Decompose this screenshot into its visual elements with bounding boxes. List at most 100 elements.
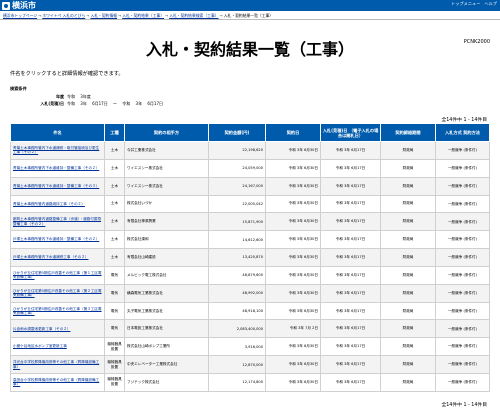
row-contract-date: 令和 3年 7月 2日 xyxy=(265,319,321,339)
condition-date-value: 令和 3年 6月17日 ～ 令和 3年 6月17日 xyxy=(67,101,163,106)
search-conditions-title: 検索条件 xyxy=(10,86,27,91)
row-bid-date: 令和 3年 6月17日 xyxy=(320,176,381,196)
row-method: 一般競争 (条件付) xyxy=(435,265,490,285)
row-amount: 14,612,600 xyxy=(208,230,266,250)
row-name-link[interactable]: ひかりが丘住宅第5期住戸改善その他工事（第３工区電気設備工事） xyxy=(10,301,105,321)
breadcrumb-item[interactable]: 入札・契約結果検索（工事） xyxy=(169,13,218,18)
table-row: 都筑土木事務所管内道路整備工事（歩道）・道路付属物整備工事（その２） 土木 有限会社… xyxy=(10,212,490,232)
row-name-link[interactable]: 戸塚土木事務所管内下水道維持・整備工事（その２） xyxy=(10,230,105,250)
result-count-bottom: 全14件中 1 - 14件目 xyxy=(441,403,487,408)
top-menu-link[interactable]: トップメニュー xyxy=(451,1,480,6)
row-amount: 22,005,042 xyxy=(208,194,266,214)
row-bid-date: 令和 3年 6月17日 xyxy=(320,337,381,357)
table-row: 青葉土木事務所管内下水道維持・整備工事（その２） 土木 ワイエスシー株式会社 24,0… xyxy=(10,158,490,178)
header-links: トップメニュー ヘルプ xyxy=(451,1,497,6)
breadcrumb-item[interactable]: ホワイトペ 入札のとびら xyxy=(42,13,85,18)
row-company: 有限会社神原興業 xyxy=(124,212,209,232)
row-contract-date: 令和 3年 6月30日 xyxy=(265,355,321,374)
row-amount: 48,879,600 xyxy=(208,265,266,285)
row-period: 財政局 xyxy=(380,372,436,392)
row-method: 一般競争 (条件付) xyxy=(435,212,490,232)
page-code: PCNK2000 xyxy=(463,39,490,45)
condition-date-label: 入札(見積)日 xyxy=(40,101,64,106)
row-bid-date: 令和 3年 6月17日 xyxy=(320,355,381,374)
row-name-link[interactable]: 小菅ケ谷地区水ポンプ室更新工事 xyxy=(10,337,105,357)
city-emblem-icon xyxy=(2,1,10,10)
city-logo-text: 横浜市 xyxy=(12,1,36,10)
row-method: 一般競争 (条件付) xyxy=(435,230,490,250)
breadcrumb-item[interactable]: 入札・契約結果（工事） xyxy=(122,13,164,18)
row-method: 一般競争 (条件付) xyxy=(435,141,490,160)
row-type: 土木 xyxy=(104,212,125,232)
row-name-link[interactable]: 青葉土木事務所管内道路維持工事（その２） xyxy=(10,194,105,214)
breadcrumb-item[interactable]: 入札・契約情報 xyxy=(90,13,117,18)
condition-year: 年度 令和 3年度 xyxy=(40,94,91,100)
row-bid-date: 令和 3年 6月17日 xyxy=(320,372,381,392)
row-period: 財政局 xyxy=(380,212,436,232)
row-contract-date: 令和 3年 6月30日 xyxy=(265,230,321,250)
row-period: 財政局 xyxy=(380,230,436,250)
header-company: 契約の相手方 xyxy=(124,123,209,142)
row-company: 株式会社湊和 xyxy=(124,230,209,250)
table-row: 片倉雨水調整池更新工事（その２） 電気 日本電設工業株式会社 2,083,400,00… xyxy=(10,319,490,339)
row-contract-date: 令和 3年 6月30日 xyxy=(265,337,321,357)
table-row: 小菅ケ谷地区水ポンプ室更新工事 機械器具設置 株式会社山崎ポンプ工業所 3,916,0… xyxy=(10,337,490,357)
row-contract-date: 令和 3年 6月30日 xyxy=(265,176,321,196)
page-title: 入札・契約結果一覧（工事） xyxy=(145,40,354,59)
row-bid-date: 令和 3年 6月17日 xyxy=(320,212,381,232)
row-method: 一般競争 (条件付) xyxy=(435,337,490,357)
row-period: 財政局 xyxy=(380,301,436,321)
row-contract-date: 令和 3年 6月30日 xyxy=(265,372,321,392)
row-name-link[interactable]: 青葉土木事務所管内下水道維持・整備工事（その２） xyxy=(10,158,105,178)
row-name-link[interactable]: 洋光台中学校昇降機改修等その他工事（昇降機設備工事） xyxy=(10,355,105,374)
row-company: 株式会社山崎ポンプ工業所 xyxy=(124,337,209,357)
row-name-link[interactable]: 高田台小学校昇降機改修等その他工事（昇降機設備工事） xyxy=(10,372,105,392)
row-contract-date: 令和 3年 6月30日 xyxy=(265,158,321,178)
row-bid-date: 令和 3年 6月17日 xyxy=(320,141,381,160)
row-name-link[interactable]: ひかりが丘住宅第5期住戸改善その他工事（第１工区電気設備工事） xyxy=(10,265,105,285)
row-type: 機械器具設置 xyxy=(104,337,125,357)
row-name-link[interactable]: 片倉雨水調整池更新工事（その２） xyxy=(10,319,105,339)
breadcrumb-current: 入札・契約結果一覧（工事） xyxy=(223,13,274,18)
row-method: 一般競争 (条件付) xyxy=(435,158,490,178)
condition-year-value: 令和 3年度 xyxy=(67,94,91,99)
row-method: 一般競争 (条件付) xyxy=(435,248,490,267)
row-contract-date: 令和 3年 6月30日 xyxy=(265,212,321,232)
row-period: 財政局 xyxy=(380,319,436,339)
row-period: 財政局 xyxy=(380,337,436,357)
row-name-link[interactable]: 青葉土木事務所管内下水道補修・取付管接続及び更生工事（その２） xyxy=(10,141,105,160)
row-type: 土木 xyxy=(104,194,125,214)
intro-text: 件名をクリックすると詳細情報が確認できます。 xyxy=(10,71,124,77)
table-row: 青葉土木事務所管内道路維持工事（その２） 土木 株式会社いづか 22,005,042 令… xyxy=(10,194,490,214)
row-company: ワイエスシー株式会社 xyxy=(124,176,209,196)
row-period: 財政局 xyxy=(380,141,436,160)
row-company: 日本電設工業株式会社 xyxy=(124,319,209,339)
table-row: 高田台小学校昇降機改修等その他工事（昇降機設備工事） 機械器具設置 フジテック株式会… xyxy=(10,372,490,392)
row-method: 一般競争 (条件付) xyxy=(435,194,490,214)
row-method: 一般競争 (条件付) xyxy=(435,283,490,303)
row-name-link[interactable]: 青葉土木事務所管内下水道維持・整備工事（その３） xyxy=(10,176,105,196)
row-name-link[interactable]: ひかりが丘住宅第5期住戸改善その他工事（第２工区電気設備工事） xyxy=(10,283,105,303)
row-bid-date: 令和 3年 6月17日 xyxy=(320,248,381,267)
results-table: 件名 工種 契約の相手方 契約金額(円) 契約日 入札(見積)日 （電子入札の場… xyxy=(10,123,490,392)
city-logo[interactable]: 横浜市 xyxy=(2,1,36,10)
breadcrumb-item[interactable]: 横浜市トップページ xyxy=(3,13,37,18)
help-link[interactable]: ヘルプ xyxy=(484,1,497,6)
header-type: 工種 xyxy=(104,123,125,142)
row-contract-date: 令和 3年 6月30日 xyxy=(265,194,321,214)
row-period: 財政局 xyxy=(380,283,436,303)
row-contract-date: 令和 3年 6月30日 xyxy=(265,248,321,267)
row-name-link[interactable]: 都筑土木事務所管内道路整備工事（歩道）・道路付属物整備工事（その２） xyxy=(10,212,105,232)
row-period: 財政局 xyxy=(380,158,436,178)
row-period: 財政局 xyxy=(380,355,436,374)
header-amount: 契約金額(円) xyxy=(208,123,266,142)
row-name-link[interactable]: 戸塚土木事務所管内下水道補修工事（その２） xyxy=(10,248,105,267)
breadcrumb-separator: → xyxy=(219,13,223,18)
breadcrumb: 横浜市トップページ→ホワイトペ 入札のとびら→入札・契約情報→入札・契約結果（工… xyxy=(0,11,500,20)
row-amount: 15,871,900 xyxy=(208,212,266,232)
row-type: 機械器具設置 xyxy=(104,355,125,374)
row-type: 電気 xyxy=(104,301,125,321)
row-amount: 12,870,000 xyxy=(208,355,266,374)
header-name: 件名 xyxy=(10,123,105,142)
row-method: 一般競争 (条件付) xyxy=(435,372,490,392)
